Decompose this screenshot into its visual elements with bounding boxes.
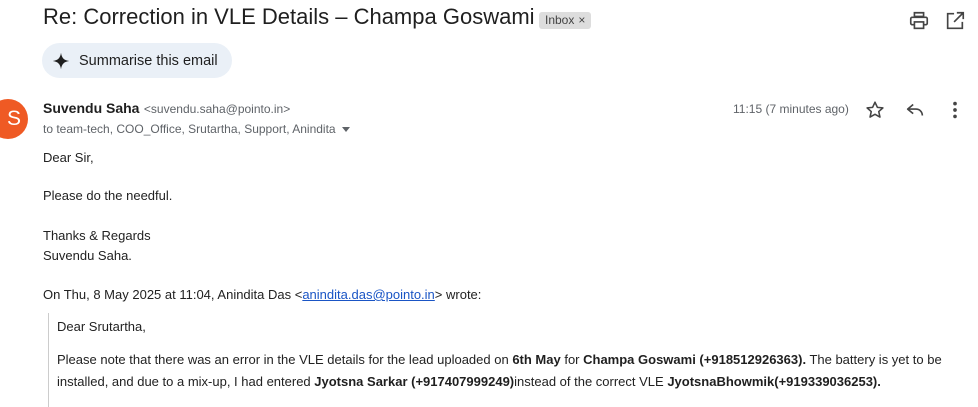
quote-text-segment: installed, and due to a mix-up, I had en… — [57, 374, 315, 389]
quote-text-segment: for — [560, 352, 584, 367]
summarise-email-button[interactable]: Summarise this email — [42, 43, 232, 78]
attribution-prefix: On Thu, 8 May 2025 at 11:04, Anindita Da… — [43, 287, 303, 302]
email-subject: Re: Correction in VLE Details – Champa G… — [43, 4, 535, 29]
reply-icon[interactable] — [904, 99, 926, 121]
attribution-email-link[interactable]: anindita.das@pointo.in — [302, 287, 434, 302]
remove-label-icon[interactable]: × — [578, 13, 585, 27]
sender-line: Suvendu Saha <suvendu.saha@pointo.in> — [43, 100, 290, 118]
chevron-down-icon[interactable] — [341, 127, 350, 133]
star-icon[interactable] — [864, 99, 886, 121]
more-vertical-icon[interactable] — [944, 99, 966, 121]
inbox-label-text: Inbox — [545, 13, 575, 27]
body-signature: Suvendu Saha. — [43, 248, 132, 263]
quote-divider — [48, 313, 49, 407]
quote-paragraph-line-2: installed, and due to a mix-up, I had en… — [57, 374, 881, 389]
attribution-suffix: > wrote: — [434, 287, 482, 302]
summarise-label: Summarise this email — [79, 52, 218, 69]
email-timestamp: 11:15 (7 minutes ago) — [733, 102, 849, 116]
body-line: Please do the needful. — [43, 188, 173, 203]
recipients-dropdown[interactable]: to team-tech, COO_Office, Srutartha, Sup… — [43, 122, 350, 136]
quote-correct-vle: JyotsnaBhowmik(+919339036253). — [667, 374, 881, 389]
quote-attribution: On Thu, 8 May 2025 at 11:04, Anindita Da… — [43, 287, 481, 302]
quote-text-segment: instead of the correct VLE — [514, 374, 668, 389]
body-closing: Thanks & Regards — [43, 228, 151, 243]
quote-text-segment: The battery is yet to be — [806, 352, 942, 367]
open-in-new-window-icon[interactable] — [944, 10, 966, 32]
inbox-label-chip[interactable]: Inbox × — [539, 12, 592, 29]
quote-text-segment: Please note that there was an error in t… — [57, 352, 513, 367]
sender-name[interactable]: Suvendu Saha — [43, 100, 139, 116]
sender-avatar[interactable]: S — [0, 99, 28, 139]
sparkle-icon — [52, 52, 70, 69]
quote-date: 6th May — [512, 352, 561, 367]
email-view: Re: Correction in VLE Details – Champa G… — [0, 0, 978, 407]
print-icon[interactable] — [908, 10, 930, 32]
quote-lead-name: Champa Goswami (+918512926363). — [583, 352, 807, 367]
quote-wrong-vle: Jyotsna Sarkar (+917407999249) — [314, 374, 515, 389]
quote-paragraph-line-1: Please note that there was an error in t… — [57, 352, 942, 367]
body-greeting: Dear Sir, — [43, 150, 94, 165]
recipients-text: to team-tech, COO_Office, Srutartha, Sup… — [43, 122, 336, 136]
sender-email: <suvendu.saha@pointo.in> — [143, 102, 291, 116]
quote-greeting: Dear Srutartha, — [57, 319, 146, 334]
